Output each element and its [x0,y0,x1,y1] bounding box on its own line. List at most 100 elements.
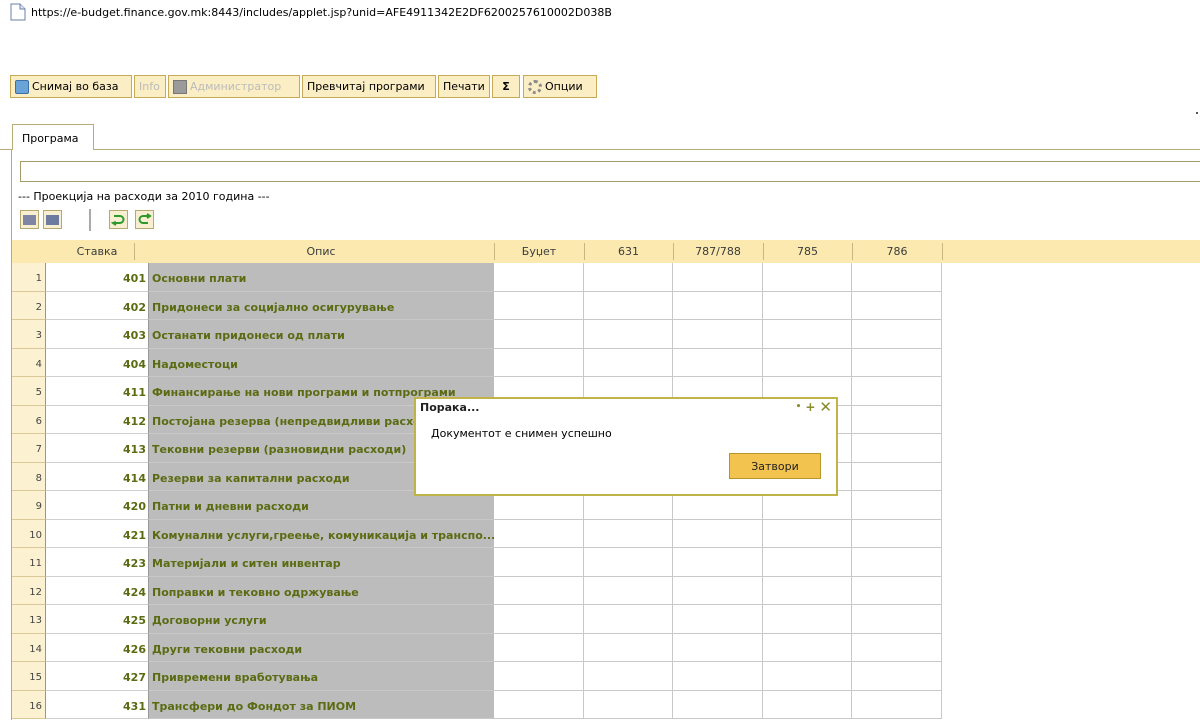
cell-786[interactable] [852,662,942,691]
item-code-cell[interactable]: 425 [46,605,148,634]
table-row[interactable]: 16 431 Трансфери до Фондот за ПИОМ [12,690,943,719]
cell-786[interactable] [852,576,942,605]
cell-785[interactable] [763,605,852,634]
cell-786[interactable] [852,633,942,662]
minimize-icon[interactable]: • [796,402,802,412]
cell-631[interactable] [584,348,673,377]
cell-786[interactable] [852,519,942,548]
cell-786[interactable] [852,377,942,406]
item-code-cell[interactable]: 427 [46,662,148,691]
move-up-button[interactable] [43,210,62,229]
cell-631[interactable] [584,519,673,548]
cell-631[interactable] [584,263,673,292]
table-row[interactable]: 14 426 Други тековни расходи [12,633,943,662]
cell-785[interactable] [763,662,852,691]
description-cell[interactable]: Други тековни расходи [148,633,494,662]
cell-787-788[interactable] [673,519,763,548]
table-row[interactable]: 4 404 Надоместоци [12,348,943,377]
reload-programs-button[interactable]: Превчитај програми [302,75,436,98]
cell-787-788[interactable] [673,662,763,691]
item-code-cell[interactable]: 411 [46,377,148,406]
cell-786[interactable] [852,462,942,491]
table-row[interactable]: 10 421 Комунални услуги,греење, комуникаци… [12,519,943,548]
item-code-cell[interactable]: 426 [46,633,148,662]
item-code-cell[interactable]: 431 [46,690,148,719]
cell-631[interactable] [584,548,673,577]
column-header-786[interactable]: 786 [852,240,942,263]
cell-785[interactable] [763,519,852,548]
cell-787-788[interactable] [673,605,763,634]
table-row[interactable]: 3 403 Останати придонеси од плати [12,320,943,349]
item-code-cell[interactable]: 414 [46,462,148,491]
cell-631[interactable] [584,576,673,605]
table-row[interactable]: 2 402 Придонеси за социјално осигурување [12,291,943,320]
description-cell[interactable]: Привремени вработувања [148,662,494,691]
print-button[interactable]: Печати [438,75,490,98]
cell-785[interactable] [763,576,852,605]
column-header-631[interactable]: 631 [584,240,673,263]
cell-787-788[interactable] [673,576,763,605]
budget-cell[interactable] [494,633,584,662]
budget-cell[interactable] [494,263,584,292]
move-down-button[interactable] [20,210,39,229]
cell-785[interactable] [763,291,852,320]
cell-631[interactable] [584,633,673,662]
cell-787-788[interactable] [673,291,763,320]
column-header-description[interactable]: Опис [148,240,494,263]
description-cell[interactable]: Трансфери до Фондот за ПИОМ [148,690,494,719]
item-code-cell[interactable]: 424 [46,576,148,605]
budget-cell[interactable] [494,690,584,719]
table-row[interactable]: 15 427 Привремени вработувања [12,662,943,691]
cell-787-788[interactable] [673,690,763,719]
cell-787-788[interactable] [673,320,763,349]
budget-cell[interactable] [494,605,584,634]
url-text[interactable]: https://e-budget.finance.gov.mk:8443/inc… [31,6,612,19]
item-code-cell[interactable]: 404 [46,348,148,377]
close-icon[interactable]: ✕ [819,398,832,416]
redo-button[interactable] [135,210,154,229]
item-code-cell[interactable]: 421 [46,519,148,548]
info-button[interactable]: Info [134,75,166,98]
cell-785[interactable] [763,548,852,577]
description-cell[interactable]: Останати придонеси од плати [148,320,494,349]
cell-785[interactable] [763,348,852,377]
cell-787-788[interactable] [673,633,763,662]
cell-631[interactable] [584,605,673,634]
cell-786[interactable] [852,491,942,520]
cell-785[interactable] [763,690,852,719]
cell-786[interactable] [852,348,942,377]
cell-786[interactable] [852,405,942,434]
description-cell[interactable]: Договорни услуги [148,605,494,634]
table-row[interactable]: 11 423 Материјали и ситен инвентар [12,548,943,577]
maximize-icon[interactable]: + [805,400,815,414]
options-button[interactable]: Опции [523,75,597,98]
budget-cell[interactable] [494,548,584,577]
close-button[interactable]: Затвори [729,453,821,479]
cell-787-788[interactable] [673,348,763,377]
cell-786[interactable] [852,548,942,577]
admin-button[interactable]: Администратор [168,75,300,98]
item-code-cell[interactable]: 413 [46,434,148,463]
description-cell[interactable]: Поправки и тековно одржување [148,576,494,605]
sum-button[interactable]: Σ [492,75,520,98]
budget-cell[interactable] [494,291,584,320]
budget-cell[interactable] [494,348,584,377]
table-row[interactable]: 12 424 Поправки и тековно одржување [12,576,943,605]
cell-785[interactable] [763,633,852,662]
cell-786[interactable] [852,434,942,463]
column-header-item[interactable]: Ставка [46,240,148,263]
description-cell[interactable]: Придонеси за социјално осигурување [148,291,494,320]
cell-631[interactable] [584,291,673,320]
description-cell[interactable]: Комунални услуги,греење, комуникација и … [148,519,494,548]
item-code-cell[interactable]: 402 [46,291,148,320]
item-code-cell[interactable]: 420 [46,491,148,520]
cell-786[interactable] [852,320,942,349]
description-cell[interactable]: Основни плати [148,263,494,292]
table-row[interactable]: 13 425 Договорни услуги [12,605,943,634]
cell-786[interactable] [852,690,942,719]
description-cell[interactable]: Надоместоци [148,348,494,377]
cell-787-788[interactable] [673,263,763,292]
cell-786[interactable] [852,263,942,292]
column-header-budget[interactable]: Буџет [494,240,584,263]
budget-cell[interactable] [494,576,584,605]
